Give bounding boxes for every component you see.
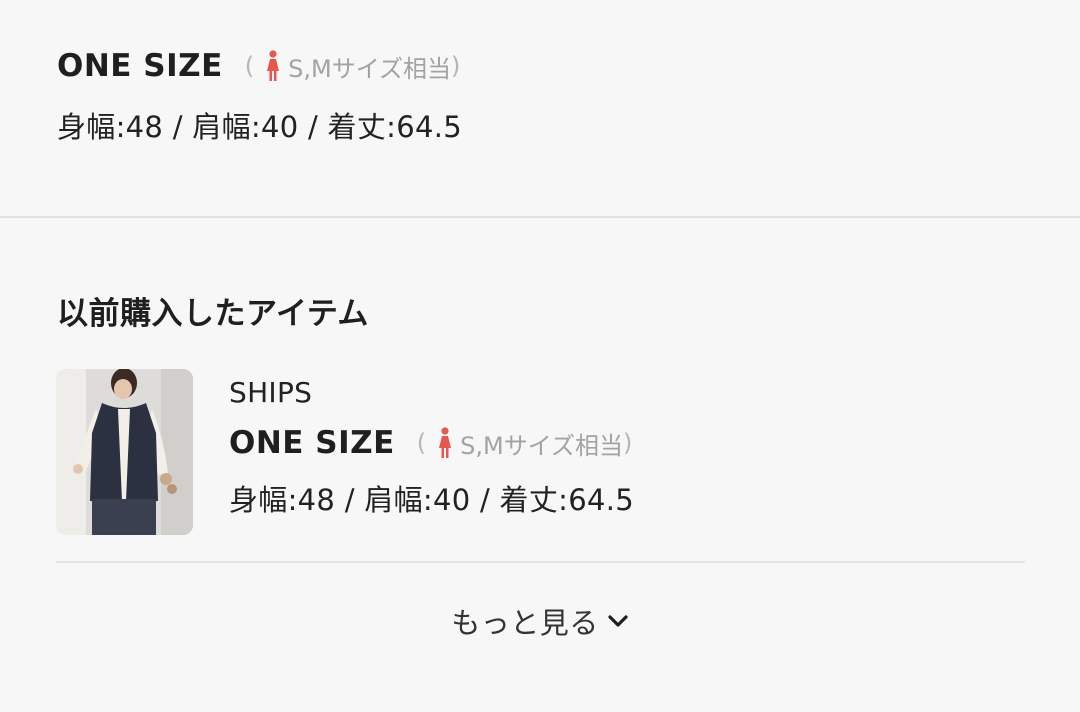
purchased-item[interactable]: SHIPS ONE SIZE ( S,Mサイズ相当 ) 身幅:48 / 肩幅:4…	[56, 369, 634, 535]
paren-close: )	[623, 429, 633, 457]
selected-size-info: ONE SIZE ( S,Mサイズ相当 ) 身幅:48 / 肩幅:40 / 着丈…	[57, 44, 462, 146]
item-thumbnail	[56, 369, 193, 535]
item-size-name: ONE SIZE	[229, 425, 395, 461]
section-divider	[0, 216, 1080, 218]
size-line: ONE SIZE ( S,Mサイズ相当 )	[57, 44, 462, 88]
item-divider	[56, 561, 1025, 563]
page: ONE SIZE ( S,Mサイズ相当 ) 身幅:48 / 肩幅:40 / 着丈…	[0, 0, 1080, 712]
item-measurements: 身幅:48 / 肩幅:40 / 着丈:64.5	[229, 483, 634, 517]
size-name: ONE SIZE	[57, 48, 223, 84]
brand-name: SHIPS	[229, 376, 313, 409]
item-size-equivalent-text: S,Mサイズ相当	[460, 431, 624, 460]
paren-open: (	[416, 429, 427, 457]
item-size-line: ONE SIZE ( S,Mサイズ相当 )	[229, 421, 634, 465]
female-person-icon	[439, 427, 452, 458]
item-photo	[56, 369, 193, 535]
paren-close: )	[451, 52, 461, 80]
paren-open: (	[244, 52, 255, 80]
item-size-equivalent-note: ( S,Mサイズ相当 )	[416, 426, 633, 461]
show-more-button[interactable]: もっと見る	[0, 600, 1080, 642]
female-person-icon	[267, 50, 280, 81]
size-equivalent-note: ( S,Mサイズ相当 )	[244, 49, 461, 84]
size-equivalent-text: S,Mサイズ相当	[288, 54, 452, 83]
section-title: 以前購入したアイテム	[57, 296, 369, 332]
item-info: SHIPS ONE SIZE ( S,Mサイズ相当 ) 身幅:48 / 肩幅:4…	[229, 369, 634, 535]
chevron-down-icon	[608, 615, 628, 627]
show-more-label: もっと見る	[451, 606, 599, 640]
measurements: 身幅:48 / 肩幅:40 / 着丈:64.5	[57, 110, 462, 144]
